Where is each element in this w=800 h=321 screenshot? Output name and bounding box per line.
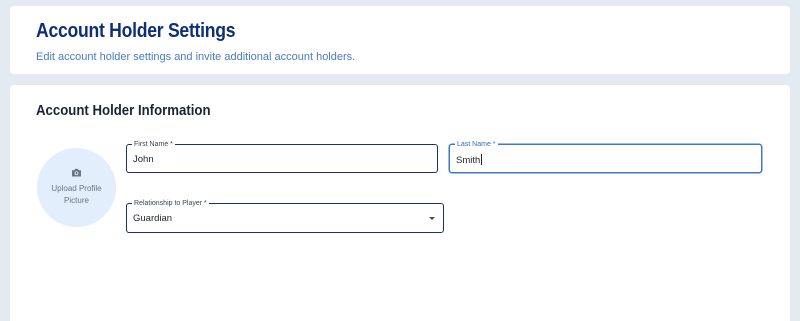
last-name-value-wrap: Smith — [456, 154, 483, 166]
relationship-select[interactable]: Relationship to Player * Guardian — [126, 199, 444, 233]
account-holder-info-card: Account Holder Information Upload Profil… — [10, 85, 790, 321]
relationship-value: Guardian — [133, 213, 173, 224]
text-caret — [481, 154, 483, 165]
first-name-field[interactable]: First Name * John — [126, 140, 438, 173]
first-name-value: John — [133, 154, 154, 165]
last-name-value: Smith — [456, 155, 481, 166]
upload-profile-picture-button[interactable]: Upload Profile Picture — [37, 148, 116, 227]
last-name-label: Last Name * — [455, 140, 498, 149]
section-title: Account Holder Information — [36, 102, 211, 119]
first-name-label: First Name * — [132, 140, 175, 149]
upload-profile-picture-label: Upload Profile Picture — [51, 184, 102, 205]
dropdown-arrow-icon[interactable] — [429, 217, 435, 220]
camera-icon — [72, 168, 81, 177]
page-header-card: Account Holder Settings Edit account hol… — [10, 6, 790, 74]
page-title: Account Holder Settings — [36, 20, 236, 42]
page-subtitle: Edit account holder settings and invite … — [36, 51, 356, 63]
relationship-label: Relationship to Player * — [132, 199, 209, 208]
last-name-field[interactable]: Last Name * Smith — [449, 140, 762, 173]
